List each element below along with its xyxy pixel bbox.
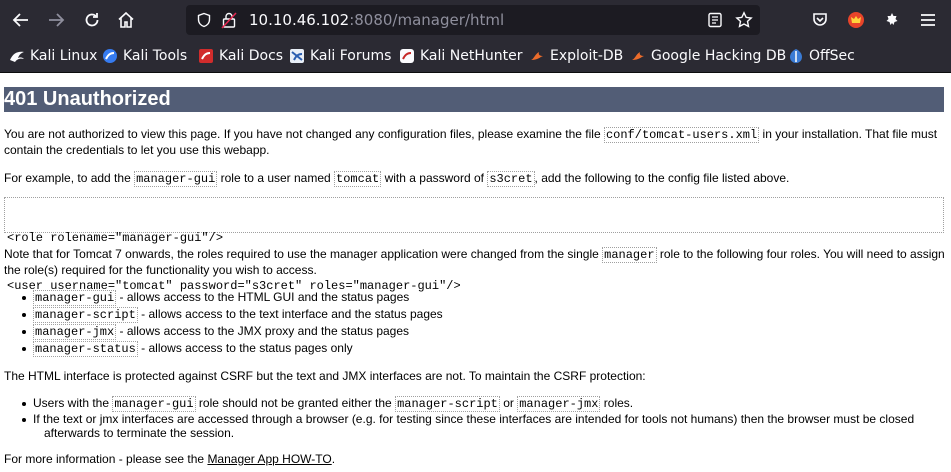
menu-icon[interactable] (916, 8, 940, 32)
page-title-bar: 401 Unauthorized (4, 87, 944, 112)
exploit-db-icon (529, 48, 545, 64)
url-path: :8080/manager/html (349, 11, 505, 29)
role-code: manager-status (33, 341, 138, 357)
bookmark-kali-linux[interactable]: Kali Linux (9, 46, 97, 66)
paragraph-3-line-1: Note that for Tomcat 7 onwards, the role… (4, 247, 945, 263)
bookmark-label: Kali Docs (219, 48, 284, 64)
list-item: manager-script - allows access to the te… (22, 307, 443, 323)
extension-fox-icon[interactable] (844, 8, 868, 32)
bookmark-kali-forums[interactable]: Kali Forums (289, 46, 391, 66)
role-code: manager-jmx (33, 324, 117, 340)
text: . (331, 452, 336, 466)
code-manager-script: manager-script (395, 396, 500, 412)
code-s3cret: s3cret (487, 171, 535, 187)
ghdb-icon (630, 48, 646, 64)
list-item: manager-jmx - allows access to the JMX p… (21, 324, 410, 340)
url-host: 10.10.46.102 (249, 11, 350, 29)
text: roles. (600, 396, 634, 410)
bookmark-label: Kali Tools (123, 48, 188, 64)
pocket-icon[interactable] (808, 8, 832, 32)
text: role to the following four roles. You wi… (656, 247, 945, 261)
bookmark-kali-docs[interactable]: Kali Docs (198, 46, 283, 66)
text: You are not authorized to view this page… (4, 127, 604, 141)
code-manager-gui: manager-gui (134, 171, 218, 187)
text: role should not be granted either the (195, 396, 396, 410)
bookmark-kali-tools[interactable]: Kali Tools (102, 46, 187, 66)
text: in your installation. That file must (759, 127, 938, 141)
extensions-icon[interactable] (880, 8, 904, 32)
url-text[interactable]: 10.10.46.102:8080/manager/html (249, 11, 504, 29)
shield-icon[interactable] (196, 12, 212, 32)
text: If the text or jmx interfaces are access… (33, 412, 915, 426)
page-title: 401 Unauthorized (4, 88, 171, 110)
bookmark-google-hacking-db[interactable]: Google Hacking DB (630, 46, 786, 66)
text: Note that for Tomcat 7 onwards, the role… (4, 247, 603, 261)
bookmark-label: Google Hacking DB (651, 48, 787, 64)
list-item: manager-status - allows access to the st… (22, 341, 353, 357)
kali-docs-icon (198, 48, 214, 64)
bookmark-label: Kali NetHunter (420, 48, 523, 64)
bookmarks-toolbar: Kali Linux Kali Tools Kali Docs Kali For… (0, 40, 951, 73)
list-item-continuation: afterwards to terminate the session. (44, 426, 235, 440)
paragraph-5: For more information - please see the Ma… (4, 452, 335, 467)
bookmark-exploit-db[interactable]: Exploit-DB (529, 46, 623, 66)
paragraph-1-line-2: contain the credentials to let you use t… (4, 143, 270, 157)
bookmark-kali-nethunter[interactable]: Kali NetHunter (399, 46, 522, 66)
list-item: If the text or jmx interfaces are access… (21, 412, 915, 427)
forward-arrow-icon[interactable] (44, 8, 68, 32)
bookmark-label: OffSec (809, 48, 855, 64)
text: Users with the (33, 396, 113, 410)
paragraph-2: For example, to add the manager-gui role… (4, 171, 789, 187)
reload-icon[interactable] (80, 8, 104, 32)
code-manager-jmx: manager-jmx (517, 396, 601, 412)
role-code: manager-gui (33, 290, 117, 306)
text: For more information - please see the (4, 452, 208, 466)
kali-forums-icon (289, 48, 305, 64)
reader-view-icon[interactable] (707, 12, 723, 32)
bookmark-star-icon[interactable] (735, 11, 753, 33)
paragraph-3-line-2: the role(s) required for the functionali… (4, 263, 317, 277)
text: , add the following to the config file l… (534, 171, 790, 185)
code-manager: manager (602, 247, 657, 263)
code-tomcat-users: conf/tomcat-users.xml (603, 127, 760, 143)
back-arrow-icon[interactable] (9, 8, 33, 32)
role-desc: - allows access to the JMX proxy and the… (116, 324, 410, 338)
list-item: manager-gui - allows access to the HTML … (21, 290, 410, 306)
browser-toolbar: 10.10.46.102:8080/manager/html (0, 0, 951, 40)
insecure-lock-icon[interactable] (221, 11, 237, 33)
pre-line-1: <role rolename="manager-gui"/> (7, 231, 224, 245)
page-content: 401 Unauthorized You are not authorized … (0, 73, 951, 472)
home-icon[interactable] (114, 8, 138, 32)
bookmark-offsec[interactable]: OffSec (788, 46, 855, 66)
paragraph-1-line-1: You are not authorized to view this page… (4, 127, 937, 143)
url-bar[interactable]: 10.10.46.102:8080/manager/html (186, 5, 760, 35)
paragraph-4: The HTML interface is protected against … (4, 369, 646, 383)
role-desc: - allows access to the HTML GUI and the … (116, 290, 410, 304)
offsec-icon (788, 48, 804, 64)
code-tomcat: tomcat (334, 171, 382, 187)
list-item: Users with the manager-gui role should n… (21, 396, 634, 412)
text: with a password of (381, 171, 488, 185)
bookmark-label: Exploit-DB (550, 48, 624, 64)
role-code: manager-script (33, 307, 138, 323)
kali-tools-icon (102, 48, 118, 64)
kali-dragon-icon (9, 48, 25, 64)
role-desc: - allows access to the status pages only (137, 341, 353, 355)
code-manager-gui: manager-gui (112, 396, 196, 412)
manager-howto-link[interactable]: Manager App HOW-TO (207, 452, 331, 466)
config-example-pre: <role rolename="manager-gui"/> <user use… (4, 197, 944, 293)
kali-nethunter-icon (399, 48, 415, 64)
bookmark-label: Kali Forums (310, 48, 392, 64)
text: For example, to add the (4, 171, 135, 185)
text: or (499, 396, 518, 410)
role-desc: - allows access to the text interface an… (137, 307, 443, 321)
bookmark-label: Kali Linux (30, 48, 98, 64)
text: role to a user named (217, 171, 335, 185)
